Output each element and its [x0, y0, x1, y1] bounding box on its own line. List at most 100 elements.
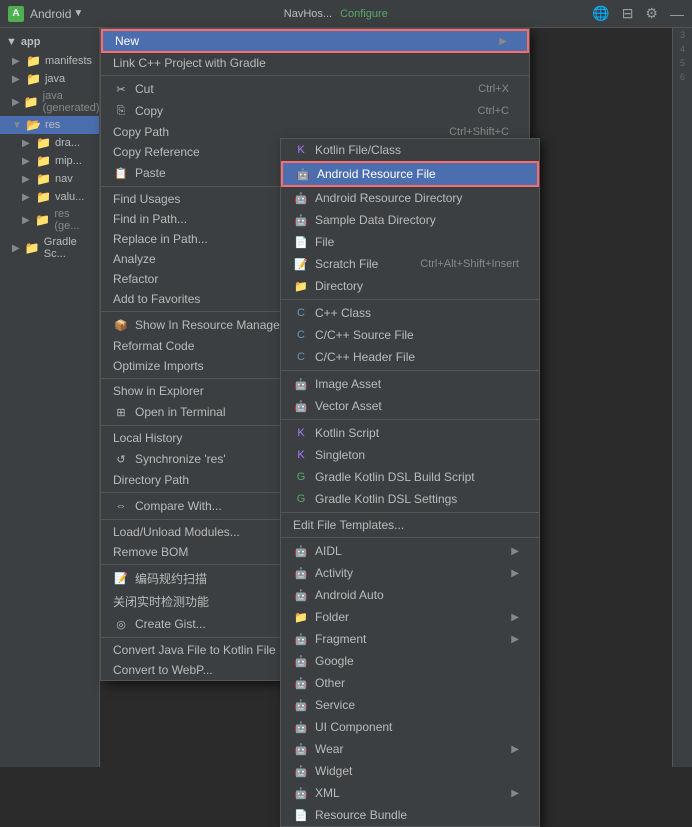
service-icon: 🤖 — [293, 697, 309, 713]
vector-asset-label: Vector Asset — [315, 399, 382, 413]
tree-item-dra[interactable]: ▶ 📁 dra... — [0, 134, 99, 152]
arrow-icon: ▶ — [12, 74, 22, 85]
submenu-item-sample-data-dir[interactable]: 🤖 Sample Data Directory — [281, 209, 539, 231]
globe-icon[interactable]: 🌐 — [592, 5, 609, 22]
resource-bundle-label: Resource Bundle — [315, 808, 407, 822]
activity-icon: 🤖 — [293, 565, 309, 581]
directory-icon: 📁 — [293, 278, 309, 294]
item-label: Gradle Sc... — [44, 236, 95, 260]
tree-item-res[interactable]: ▼ 📂 res — [0, 116, 99, 134]
tree-item-gradle[interactable]: ▶ 📁 Gradle Sc... — [0, 234, 99, 262]
submenu-item-android-resource-dir[interactable]: 🤖 Android Resource Directory — [281, 187, 539, 209]
tree-item-java[interactable]: ▶ 📁 java — [0, 70, 99, 88]
submenu-item-folder[interactable]: 📁 Folder ▶ — [281, 606, 539, 628]
submenu-item-widget[interactable]: 🤖 Widget — [281, 760, 539, 782]
submenu-item-service[interactable]: 🤖 Service — [281, 694, 539, 716]
submenu-item-edit-templates[interactable]: Edit File Templates... — [281, 515, 539, 535]
submenu-item-wear[interactable]: 🤖 Wear ▶ — [281, 738, 539, 760]
submenu-item-android-resource-file[interactable]: 🤖 Android Resource File — [281, 161, 539, 187]
copy-icon: ⎘ — [113, 103, 129, 119]
submenu-item-kotlin-script[interactable]: K Kotlin Script — [281, 422, 539, 444]
stripe-num-4: 4 — [673, 42, 692, 56]
ui-component-label: UI Component — [315, 720, 392, 734]
close-icon[interactable]: — — [670, 6, 684, 22]
widget-label: Widget — [315, 764, 352, 778]
tree-item-valu[interactable]: ▶ 📁 valu... — [0, 188, 99, 206]
item-label: res (ge... — [54, 208, 95, 232]
singleton-label: Singleton — [315, 448, 365, 462]
submenu-item-aidl[interactable]: 🤖 AIDL ▶ — [281, 540, 539, 562]
tree-item-mip[interactable]: ▶ 📁 mip... — [0, 152, 99, 170]
ui-component-icon: 🤖 — [293, 719, 309, 735]
submenu-item-activity[interactable]: 🤖 Activity ▶ — [281, 562, 539, 584]
edit-templates-label: Edit File Templates... — [293, 518, 404, 532]
android-resource-file-icon: 🤖 — [295, 166, 311, 182]
submenu-item-fragment[interactable]: 🤖 Fragment ▶ — [281, 628, 539, 650]
menus-area: New ▶ Link C++ Project with Gradle ✂ Cut… — [100, 28, 672, 767]
cpp-class-label: C++ Class — [315, 306, 371, 320]
settings-icon[interactable]: ⚙ — [645, 5, 658, 22]
submenu-item-gradle-build[interactable]: G Gradle Kotlin DSL Build Script — [281, 466, 539, 488]
item-label: valu... — [55, 191, 84, 203]
sample-data-label: Sample Data Directory — [315, 213, 436, 227]
submenu-item-singleton[interactable]: K Singleton — [281, 444, 539, 466]
item-label: dra... — [55, 137, 80, 149]
cut-label: Cut — [135, 82, 154, 96]
folder-item-icon: 📁 — [293, 609, 309, 625]
arrow-right-icon: ▶ — [511, 612, 519, 623]
tree-item-manifests[interactable]: ▶ 📁 manifests — [0, 52, 99, 70]
find-path-label: Find in Path... — [113, 212, 187, 226]
title-bar: A Android ▼ NavHos... Configure 🌐 ⊟ ⚙ — — [0, 0, 692, 28]
separator — [281, 370, 539, 371]
tree-item-java-gen[interactable]: ▶ 📁 java (generated) — [0, 88, 99, 116]
submenu-item-cpp-class[interactable]: C C++ Class — [281, 302, 539, 324]
configure-label[interactable]: Configure — [336, 6, 392, 22]
item-label: java — [45, 73, 65, 85]
show-resource-label: Show In Resource Manager — [135, 318, 284, 332]
context-menu-item-link-cpp[interactable]: Link C++ Project with Gradle — [101, 53, 529, 73]
separator — [281, 537, 539, 538]
submenu-item-xml[interactable]: 🤖 XML ▶ — [281, 782, 539, 804]
resource-bundle-icon: 📄 — [293, 807, 309, 823]
submenu-item-file[interactable]: 📄 File — [281, 231, 539, 253]
submenu-item-scratch-file[interactable]: 📝 Scratch File Ctrl+Alt+Shift+Insert — [281, 253, 539, 275]
tree-item-res-gen[interactable]: ▶ 📁 res (ge... — [0, 206, 99, 234]
folder-icon: 📁 — [26, 72, 41, 86]
minus-icon[interactable]: ⊟ — [622, 5, 634, 22]
scratch-shortcut: Ctrl+Alt+Shift+Insert — [420, 258, 519, 270]
submenu-item-resource-bundle[interactable]: 📄 Resource Bundle — [281, 804, 539, 826]
submenu-item-kotlin-file[interactable]: K Kotlin File/Class — [281, 139, 539, 161]
cpp-class-icon: C — [293, 305, 309, 321]
stripe-num-5: 5 — [673, 56, 692, 70]
terminal-icon: ⊞ — [113, 404, 129, 420]
submenu-item-cpp-source[interactable]: C C/C++ Source File — [281, 324, 539, 346]
item-label: manifests — [45, 55, 92, 67]
submenu-item-other[interactable]: 🤖 Other — [281, 672, 539, 694]
context-menu-item-copy[interactable]: ⎘ Copy Ctrl+C — [101, 100, 529, 122]
vector-asset-icon: 🤖 — [293, 398, 309, 414]
directory-label: Directory — [315, 279, 363, 293]
submenu-item-cpp-header[interactable]: C C/C++ Header File — [281, 346, 539, 368]
scratch-file-label: Scratch File — [315, 257, 378, 271]
cpp-source-label: C/C++ Source File — [315, 328, 414, 342]
fragment-label: Fragment — [315, 632, 366, 646]
right-stripe: 3 4 5 6 — [672, 28, 692, 767]
submenu-item-ui-component[interactable]: 🤖 UI Component — [281, 716, 539, 738]
context-menu-item-new[interactable]: New ▶ — [101, 29, 529, 53]
submenu-item-google[interactable]: 🤖 Google — [281, 650, 539, 672]
image-asset-label: Image Asset — [315, 377, 381, 391]
copy-path-shortcut: Ctrl+Shift+C — [449, 126, 509, 138]
context-menu-item-cut[interactable]: ✂ Cut Ctrl+X — [101, 78, 529, 100]
stripe-num-6: 6 — [673, 70, 692, 84]
file-label: File — [315, 235, 334, 249]
submenu-item-android-auto[interactable]: 🤖 Android Auto — [281, 584, 539, 606]
submenu-item-vector-asset[interactable]: 🤖 Vector Asset — [281, 395, 539, 417]
tree-item-nav[interactable]: ▶ 📁 nav — [0, 170, 99, 188]
submenu-item-image-asset[interactable]: 🤖 Image Asset — [281, 373, 539, 395]
submenu-item-directory[interactable]: 📁 Directory — [281, 275, 539, 297]
submenu-item-gradle-settings[interactable]: G Gradle Kotlin DSL Settings — [281, 488, 539, 510]
separator — [101, 75, 529, 76]
copy-path-label: Copy Path — [113, 125, 169, 139]
arrow-right-icon: ▶ — [511, 788, 519, 799]
title-dropdown-arrow[interactable]: ▼ — [73, 8, 83, 19]
